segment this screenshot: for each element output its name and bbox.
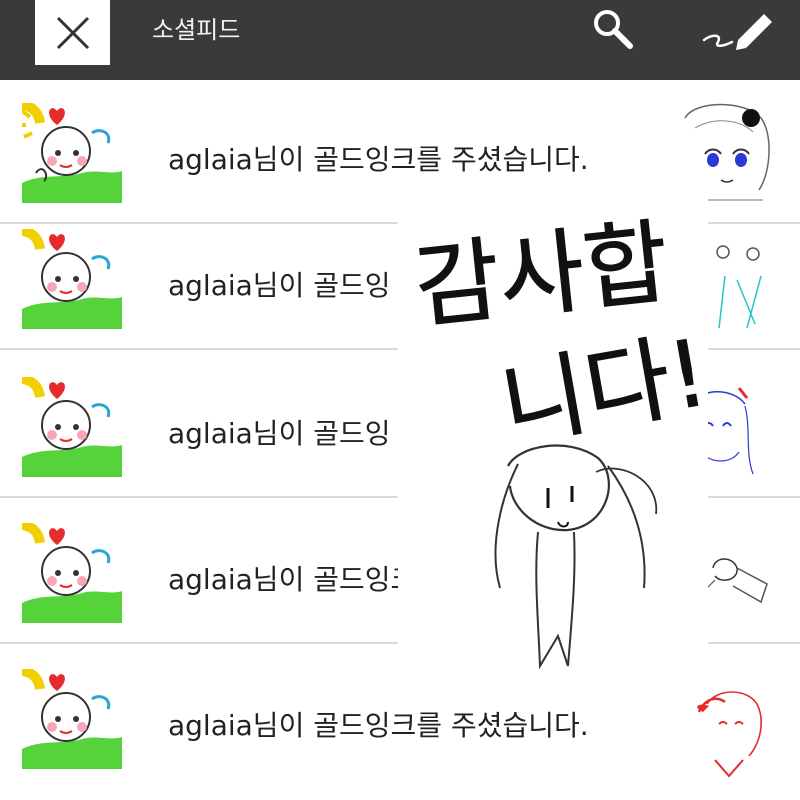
close-button[interactable] — [35, 0, 110, 65]
search-button[interactable] — [590, 6, 636, 52]
avatar-doodle-image — [22, 229, 122, 329]
feed-item-text: aglaia님이 골드잉크를 주셨습니다. — [168, 143, 589, 176]
avatar — [22, 103, 122, 203]
sketch-figure — [494, 444, 657, 670]
post-thumbnail[interactable] — [675, 678, 785, 786]
compose-button[interactable] — [702, 4, 780, 52]
avatar-doodle-image — [22, 523, 122, 623]
avatar — [22, 523, 122, 623]
top-app-bar: 소셜피드 — [0, 0, 800, 80]
avatar-doodle-image — [22, 103, 122, 203]
avatar — [22, 377, 122, 477]
pencil-icon — [702, 14, 772, 50]
doodle-text-line-2: 니다! — [494, 319, 708, 460]
feed-item-text: aglaia님이 골드잉크를 주셨습니다. — [168, 709, 589, 742]
manga-girl-sketch-image — [675, 98, 785, 206]
close-icon — [56, 16, 89, 49]
avatar-doodle-image — [22, 669, 122, 769]
thank-you-doodle: 감사합 니다! — [409, 208, 716, 670]
doodle-text-line-1: 감사합 — [410, 209, 674, 342]
feed-item-text: aglaia님이 골드잉 — [168, 269, 391, 302]
search-icon — [594, 10, 633, 49]
feed-row[interactable]: aglaia님이 골드잉크를 주셨습니다. — [0, 664, 800, 788]
feed-item-text: aglaia님이 골드잉크 — [168, 563, 417, 596]
doodle-overlay: 감사합 니다! — [398, 196, 716, 680]
feed-item-text: aglaia님이 골드잉 — [168, 417, 391, 450]
avatar-doodle-image — [22, 377, 122, 477]
avatar — [22, 669, 122, 769]
avatar — [22, 229, 122, 329]
post-thumbnail[interactable] — [675, 98, 785, 206]
red-sketch-image — [675, 678, 785, 786]
page-title: 소셜피드 — [152, 16, 241, 44]
